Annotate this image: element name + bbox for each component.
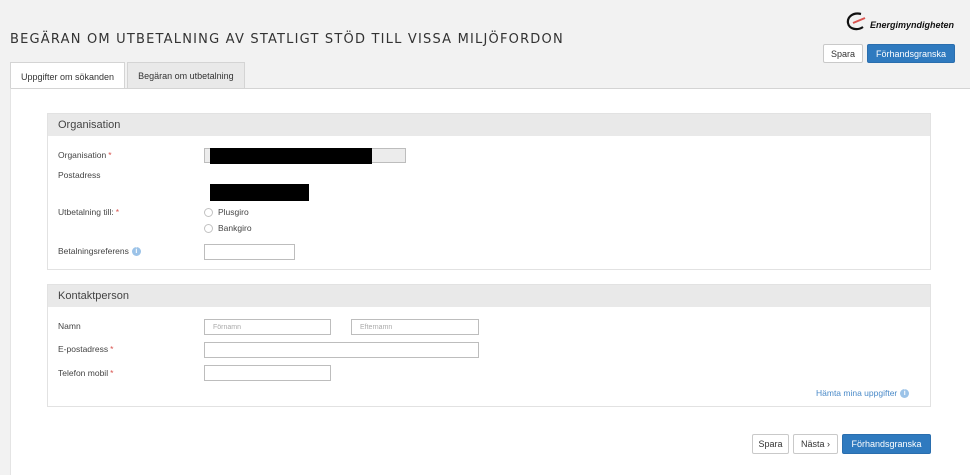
payment-reference-label: Betalningsreferens i [58,246,141,256]
radio-plusgiro-label: Plusgiro [218,207,249,217]
contact-heading: Kontaktperson [48,285,930,307]
fetch-my-details-link[interactable]: Hämta mina uppgifter i [816,388,910,398]
tab-applicant[interactable]: Uppgifter om sökanden [10,62,126,90]
contact-section: Kontaktperson [47,284,931,407]
organisation-label: Organisation * [58,150,112,160]
organisation-heading: Organisation [48,114,930,136]
radio-bankgiro[interactable]: Bankgiro [204,223,252,233]
radio-bankgiro-label: Bankgiro [218,223,252,233]
redacted-address [210,184,309,201]
name-label: Namn [58,321,81,331]
redacted-organisation [210,148,372,164]
payment-reference-input[interactable] [204,244,295,260]
radio-plusgiro[interactable]: Plusgiro [204,207,249,217]
logo-text: Energimyndigheten [870,20,955,30]
lastname-input[interactable]: Efternamn [351,319,479,335]
logo-icon [846,12,866,31]
save-button-top[interactable]: Spara [823,44,863,63]
organisation-section: Organisation [47,113,931,270]
next-button[interactable]: Nästa › [793,434,838,454]
tab-bar: Uppgifter om sökanden Begäran om utbetal… [10,62,247,90]
info-icon[interactable]: i [131,246,141,256]
postal-address-label: Postadress [58,170,101,180]
email-input[interactable] [204,342,479,358]
radio-circle[interactable] [204,223,213,233]
save-button-bottom[interactable]: Spara [752,434,789,454]
email-label: E-postadress * [58,344,114,354]
tab-payment-request[interactable]: Begäran om utbetalning [127,62,245,89]
page-title: BEGÄRAN OM UTBETALNING AV STATLIGT STÖD … [10,32,564,47]
firstname-input[interactable]: Förnamn [204,319,331,335]
info-icon[interactable]: i [900,388,910,398]
energimyndigheten-logo: Energimyndigheten [845,12,954,32]
preview-button-bottom[interactable]: Förhandsgranska [842,434,931,454]
preview-button-top[interactable]: Förhandsgranska [867,44,955,63]
radio-circle[interactable] [204,207,213,217]
phone-input[interactable] [204,365,331,381]
phone-label: Telefon mobil * [58,368,114,378]
payment-to-label: Utbetalning till: * [58,207,120,217]
